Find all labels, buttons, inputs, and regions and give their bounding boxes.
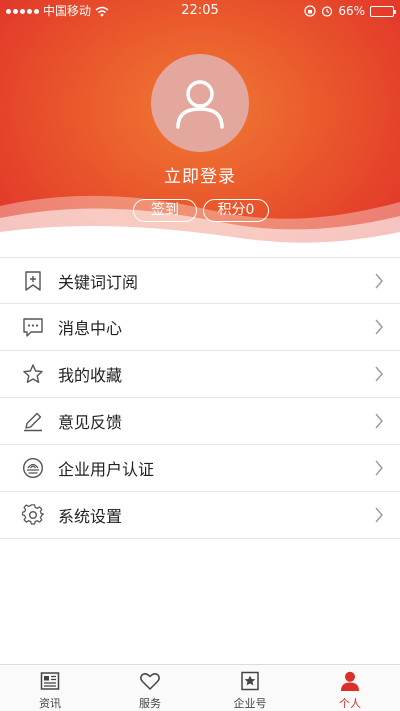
tab-label: 企业号 (233, 697, 267, 710)
tab-label: 个人 (339, 697, 361, 710)
pencil-icon (24, 412, 42, 432)
menu-item-keyword-subscription[interactable]: 关键词订阅 (0, 257, 400, 304)
tab-news[interactable]: 资讯 (0, 665, 100, 711)
orientation-lock-icon (304, 5, 316, 17)
star-icon (23, 364, 43, 383)
heart-icon (140, 673, 160, 690)
tab-services[interactable]: 服务 (100, 665, 200, 711)
chevron-right-icon (375, 460, 383, 476)
chevron-right-icon (375, 319, 383, 335)
points-button[interactable]: 积分0 (203, 199, 269, 222)
chevron-right-icon (375, 413, 383, 429)
star-badge-icon (241, 671, 259, 691)
person-icon (341, 671, 359, 691)
menu-item-enterprise-verification[interactable]: 企业用户认证 (0, 445, 400, 492)
sign-in-button[interactable]: 签到 (133, 199, 197, 222)
avatar[interactable] (151, 54, 249, 152)
enterprise-badge-icon (22, 457, 44, 479)
chevron-right-icon (375, 507, 383, 523)
header-wave (0, 195, 400, 258)
status-bar: 中国移动 22:05 66% (0, 0, 400, 22)
tab-enterprise[interactable]: 企业号 (200, 665, 300, 711)
tab-label: 资讯 (39, 697, 61, 710)
chevron-right-icon (375, 366, 383, 382)
profile-header: 中国移动 22:05 66% 立即登录 签到 积分0 (0, 0, 400, 258)
menu-item-feedback[interactable]: 意见反馈 (0, 398, 400, 445)
menu-item-favorites[interactable]: 我的收藏 (0, 351, 400, 398)
tab-personal[interactable]: 个人 (300, 665, 400, 711)
battery-icon (370, 5, 396, 17)
bookmark-add-icon (25, 271, 41, 291)
menu-item-label: 关键词订阅 (58, 272, 139, 292)
alarm-icon (322, 6, 333, 17)
menu-item-system-settings[interactable]: 系统设置 (0, 492, 400, 539)
tab-label: 服务 (139, 697, 161, 710)
menu-item-label: 我的收藏 (58, 366, 123, 385)
battery-percent: 66% (338, 4, 365, 18)
menu-item-label: 系统设置 (58, 507, 123, 526)
user-icon (176, 80, 224, 129)
bottom-tab-bar: 资讯 服务 企业号 个人 (0, 664, 400, 711)
settings-menu: 关键词订阅 消息中心 我的收藏 意见反馈 企业用户认证 系统设置 (0, 257, 400, 539)
news-icon (40, 672, 60, 690)
chevron-right-icon (375, 273, 383, 289)
menu-item-label: 消息中心 (58, 319, 123, 338)
menu-item-label: 企业用户认证 (58, 460, 155, 479)
message-icon (23, 318, 43, 337)
gear-icon (22, 504, 44, 525)
menu-item-message-center[interactable]: 消息中心 (0, 304, 400, 351)
login-link[interactable]: 立即登录 (0, 162, 400, 187)
menu-item-label: 意见反馈 (58, 413, 123, 432)
